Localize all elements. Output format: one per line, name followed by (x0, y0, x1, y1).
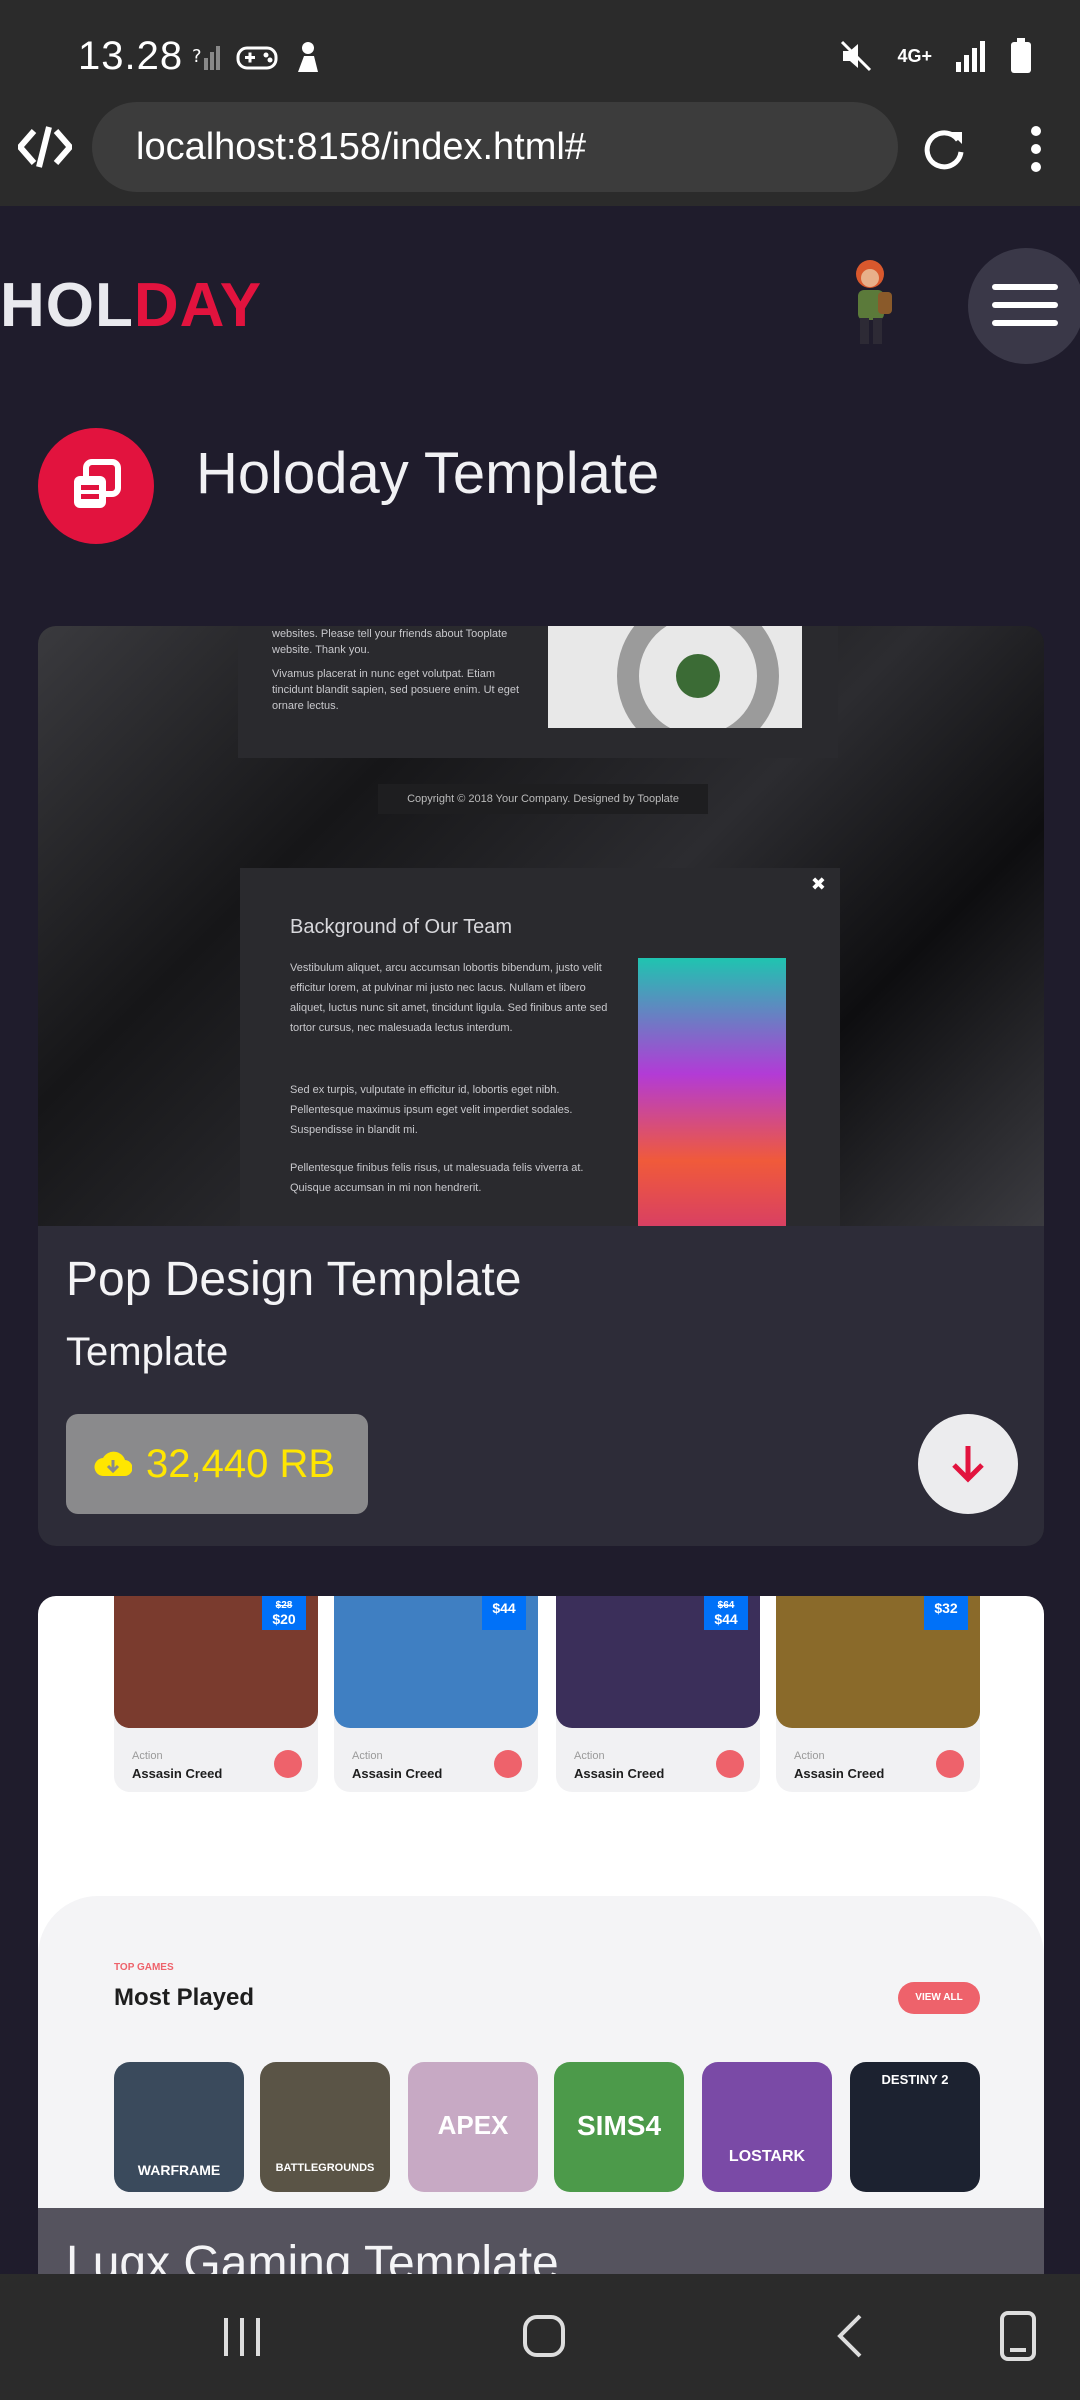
mute-icon (841, 40, 872, 72)
status-left-icons: ? (192, 40, 322, 74)
game-category: Action (574, 1750, 605, 1762)
game-category: Action (352, 1750, 383, 1762)
game-category: Action (794, 1750, 825, 1762)
game-thumb: DESTINY 2 (850, 2062, 980, 2192)
system-nav-bar (0, 2274, 1080, 2400)
preview-top-panel: websites. Please tell your friends about… (238, 626, 838, 758)
card-title: Lugx Gaming Template (66, 2237, 559, 2274)
download-count: 32,440 RB (146, 1442, 336, 1486)
download-button[interactable] (918, 1414, 1018, 1514)
menu-bar-icon (992, 284, 1058, 290)
cart-icon (274, 1750, 302, 1778)
cloud-download-icon (94, 1451, 132, 1477)
back-icon[interactable] (832, 2312, 866, 2360)
copy-icon (74, 459, 121, 508)
card-subtitle: Template (66, 1330, 229, 1374)
game-thumb: BATTLEGROUNDS (260, 2062, 390, 2192)
game-price: $44 (482, 1596, 526, 1630)
game-thumb: LOSTARK (702, 2062, 832, 2192)
status-time: 13.28 (78, 34, 184, 78)
cart-icon (936, 1750, 964, 1778)
card-info: Pop Design Template Template 32,440 RB (38, 1226, 1044, 1546)
url-bar[interactable]: localhost:8158/index.html# (92, 102, 898, 192)
template-preview-image: $28 $20 Action Assasin Creed $44 Action A… (38, 1596, 1044, 2274)
arrow-down-icon (952, 1446, 984, 1483)
menu-bar-icon (992, 320, 1058, 326)
site-code-icon[interactable] (18, 125, 72, 169)
game-card: $32 Action Assasin Creed (776, 1596, 980, 1792)
section-label: TOP GAMES (114, 1962, 174, 1973)
view-all-button: VIEW ALL (898, 1982, 980, 2014)
signal-icon (956, 41, 985, 72)
game-price: $32 (924, 1596, 968, 1630)
section-heading: Most Played (114, 1984, 255, 2011)
browser-toolbar: localhost:8158/index.html# (0, 100, 1080, 206)
status-right-icons: 4G+ (839, 38, 1032, 74)
status-bar: 13.28 ? 4G+ (0, 0, 1080, 100)
network-type: 4G+ (897, 45, 932, 66)
game-card: $44 Action Assasin Creed (334, 1596, 538, 1792)
notification-app-icon (298, 42, 318, 72)
avatar (856, 260, 892, 344)
card-title: Pop Design Template (66, 1253, 522, 1306)
battery-icon (1011, 38, 1031, 73)
template-preview-image: websites. Please tell your friends about… (38, 626, 1044, 1248)
game-card: $64 $44 Action Assasin Creed (556, 1596, 760, 1792)
stairs-photo (617, 626, 779, 728)
card-info: Lugx Gaming Template (38, 2208, 1044, 2274)
section-title: Holoday Template (196, 441, 660, 506)
recent-apps-icon[interactable] (220, 2316, 266, 2358)
web-page: HOLDAY Holoday Template websites. Please… (0, 206, 1080, 2274)
game-name: Assasin Creed (352, 1766, 443, 1781)
preview-modal: ✖ Background of Our Team Vestibulum aliq… (240, 868, 840, 1248)
home-icon[interactable] (522, 2314, 566, 2358)
game-price: $28 $20 (262, 1596, 306, 1630)
game-name: Assasin Creed (132, 1766, 223, 1781)
game-thumb: APEX (408, 2062, 538, 2192)
game-card: $28 $20 Action Assasin Creed (114, 1596, 318, 1792)
menu-button[interactable] (968, 248, 1080, 364)
more-options-icon[interactable] (1026, 124, 1046, 174)
game-price: $64 $44 (704, 1596, 748, 1630)
cart-icon (716, 1750, 744, 1778)
site-logo[interactable]: HOLDAY (0, 270, 262, 341)
reload-icon[interactable] (920, 126, 968, 174)
cart-icon (494, 1750, 522, 1778)
svg-text:?: ? (192, 46, 202, 67)
corridor-photo (638, 958, 786, 1248)
game-name: Assasin Creed (574, 1766, 665, 1781)
menu-bar-icon (992, 302, 1058, 308)
download-count-button[interactable]: 32,440 RB (66, 1414, 368, 1514)
game-category: Action (132, 1750, 163, 1762)
game-thumb: SIMS4 (554, 2062, 684, 2192)
close-icon: ✖ (810, 874, 826, 894)
signal-unknown-icon: ? (192, 46, 220, 70)
game-thumb: WARFRAME (114, 2062, 244, 2192)
game-name: Assasin Creed (794, 1766, 885, 1781)
keyboard-toggle-icon[interactable] (998, 2310, 1038, 2362)
template-card[interactable]: websites. Please tell your friends about… (38, 626, 1044, 1546)
gamepad-icon (236, 46, 278, 70)
section-icon (38, 428, 154, 544)
template-card[interactable]: $28 $20 Action Assasin Creed $44 Action A… (38, 1596, 1044, 2274)
preview-copyright: Copyright © 2018 Your Company. Designed … (378, 784, 708, 814)
